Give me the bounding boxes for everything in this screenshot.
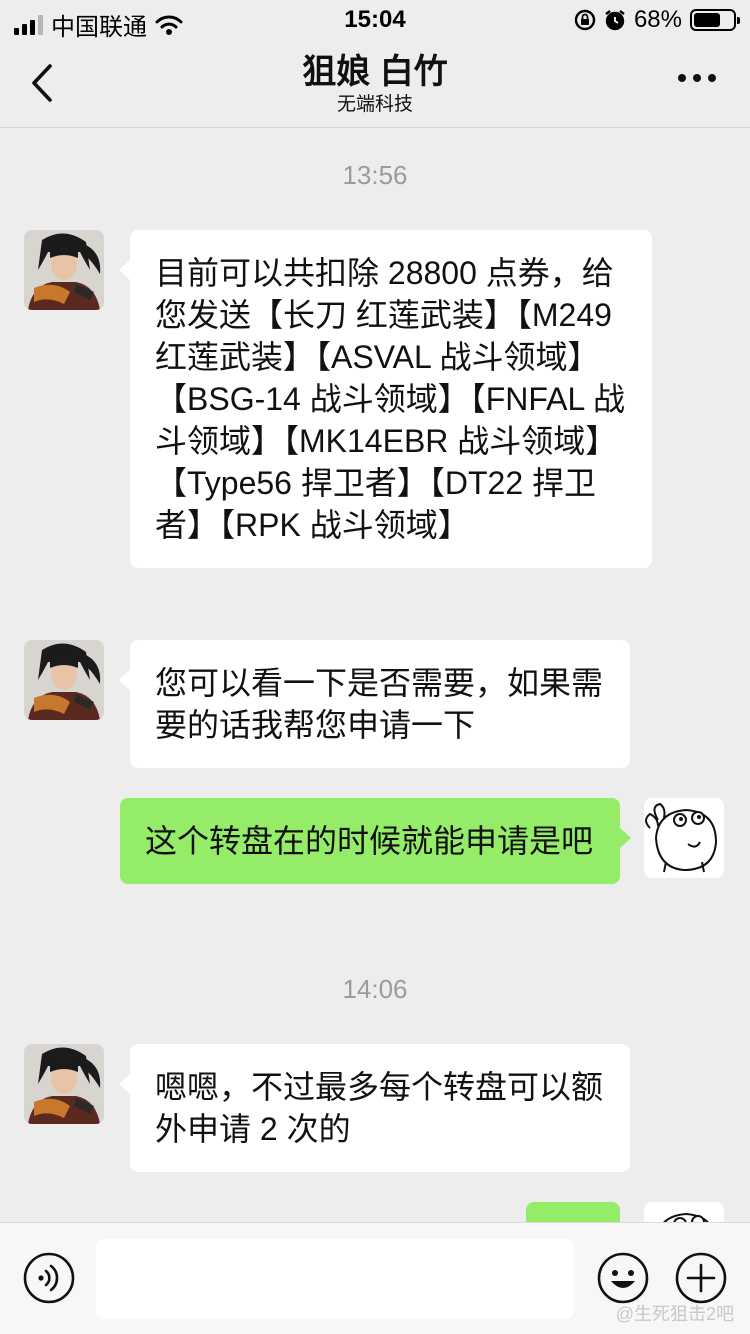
emoji-icon[interactable]	[596, 1251, 650, 1305]
message-bubble-incoming[interactable]: 您可以看一下是否需要，如果需要的话我帮您申请一下	[119, 640, 630, 768]
avatar-self[interactable]	[644, 798, 724, 878]
status-right: 68%	[574, 6, 740, 34]
rotation-lock-icon	[574, 9, 596, 31]
watermark: @生死狙击2吧	[616, 1300, 734, 1326]
message-bubble-outgoing[interactable]: 这个转盘在的时候就能申请是吧	[120, 798, 631, 884]
plus-icon[interactable]	[674, 1251, 728, 1305]
message-bubble-incoming[interactable]: 目前可以共扣除 28800 点券，给您发送【长刀 红莲武装】【M249 红莲武装…	[119, 230, 652, 568]
timestamp: 13:56	[342, 160, 408, 190]
status-bar: 中国联通 15:04 68%	[0, 0, 750, 42]
battery-percent: 68%	[633, 6, 682, 33]
battery-icon	[690, 9, 740, 31]
avatar[interactable]	[24, 230, 104, 310]
timestamp: 14:06	[342, 974, 408, 1004]
alarm-icon	[605, 10, 625, 31]
nav-bar: 狙娘 白竹 无端科技	[0, 42, 750, 128]
message-input[interactable]	[96, 1239, 574, 1319]
avatar[interactable]	[24, 1044, 104, 1124]
chat-subtitle: 无端科技	[336, 94, 413, 115]
voice-icon[interactable]	[22, 1251, 76, 1305]
message-list[interactable]: 13:56 目前可以共扣除 28800 点券，给您发送【长刀 红莲武装】【M24…	[0, 128, 750, 1222]
more-dots-icon[interactable]	[678, 74, 716, 82]
message-bubble-outgoing-partial[interactable]	[526, 1202, 620, 1222]
avatar[interactable]	[24, 640, 104, 720]
chat-title: 狙娘 白竹	[302, 53, 448, 91]
avatar-self[interactable]	[644, 1202, 724, 1222]
watermark-text: @生死狙击2吧	[615, 1304, 734, 1324]
chat-header[interactable]: 狙娘 白竹 无端科技	[0, 52, 750, 118]
battery-level	[694, 13, 720, 27]
message-bubble-incoming[interactable]: 嗯嗯，不过最多每个转盘可以额外申请 2 次的	[119, 1044, 630, 1172]
